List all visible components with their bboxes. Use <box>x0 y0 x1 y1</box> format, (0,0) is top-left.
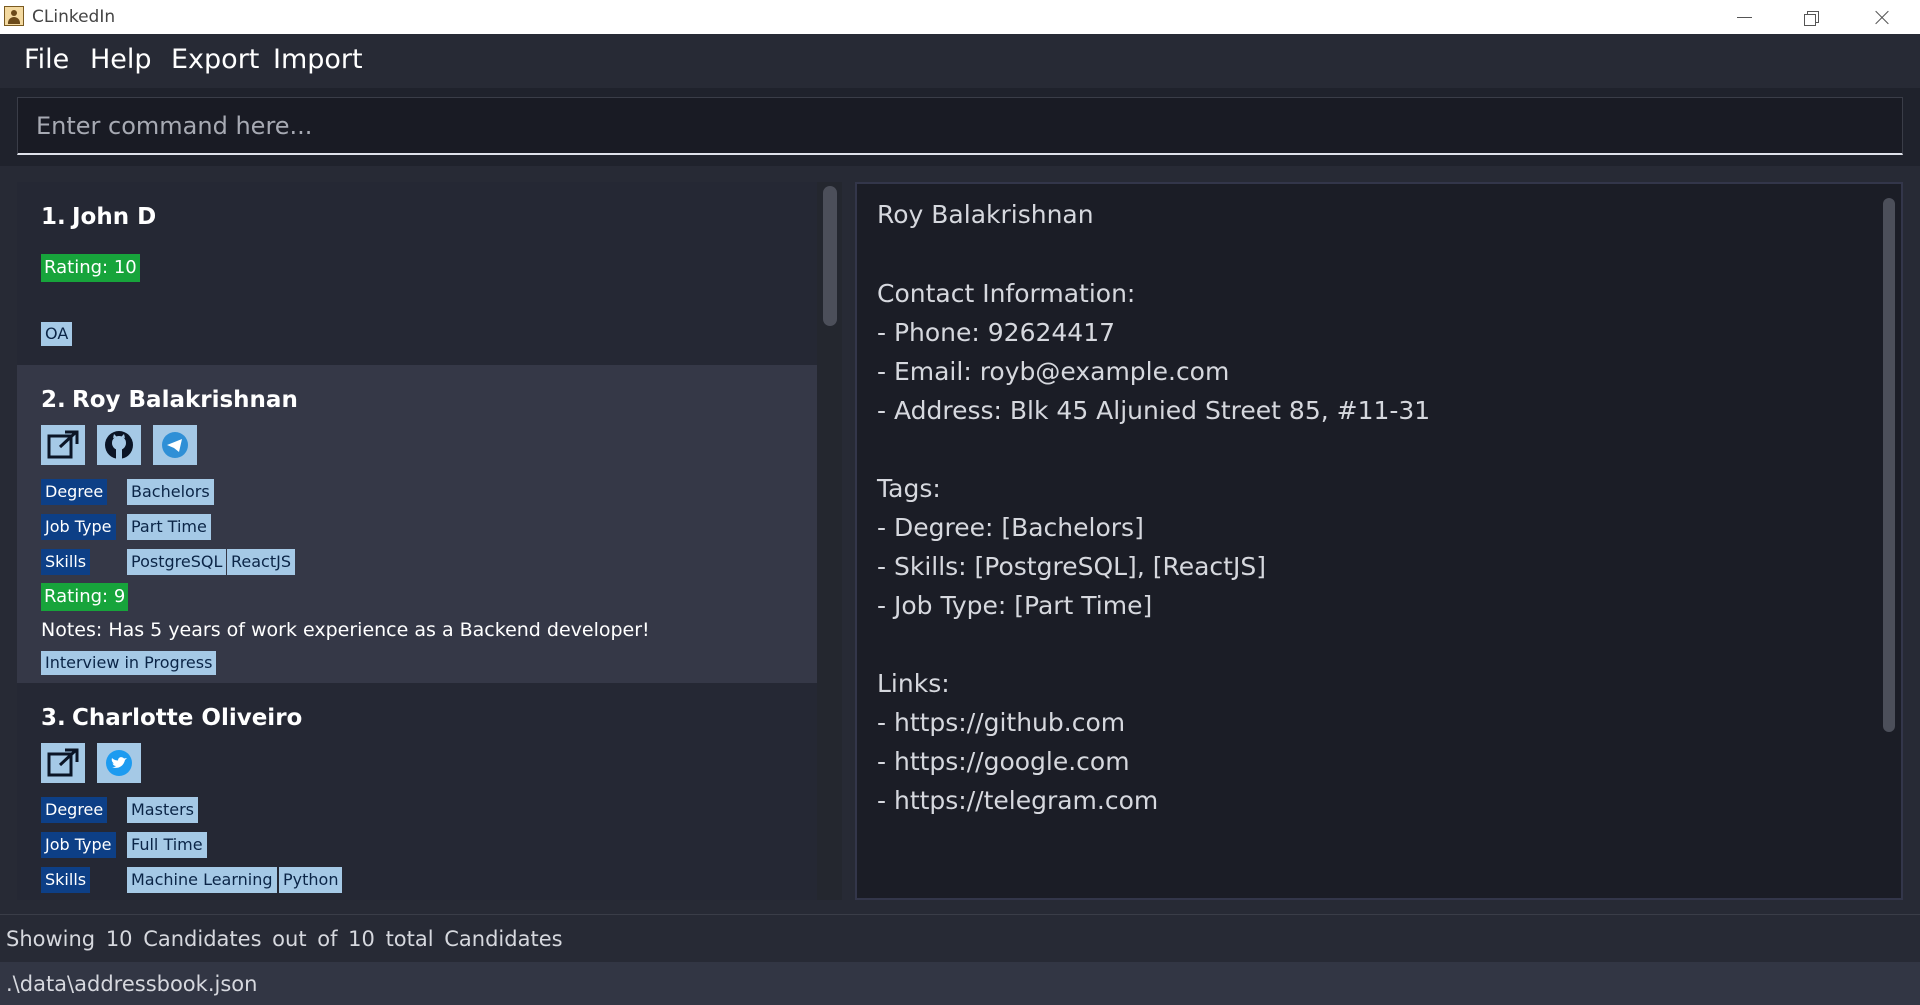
detail-scrollbar[interactable] <box>1883 198 1895 732</box>
title-bar: CLinkedIn <box>0 0 1920 34</box>
restore-icon[interactable] <box>1784 0 1840 34</box>
status-badge: Interview in Progress <box>41 651 217 675</box>
tag-value-skill: PostgreSQL <box>127 549 227 575</box>
detail-tag-jobtype: - Job Type: [Part Time] <box>877 591 1153 620</box>
candidate-index: 2. <box>41 387 66 413</box>
candidate-index: 3. <box>41 705 66 731</box>
tag-value-jobtype: Full Time <box>127 832 207 858</box>
detail-phone: - Phone: 92624417 <box>877 318 1116 347</box>
window-title: CLinkedIn <box>32 7 116 27</box>
status-bar: .\data\addressbook.json <box>0 962 1920 1005</box>
menu-export[interactable]: Export <box>171 44 259 75</box>
menu-bar: File Help Export Import <box>0 34 1920 88</box>
tag-value-skill: Python <box>279 867 343 893</box>
rating-badge: Rating: 9 <box>41 583 129 611</box>
menu-file[interactable]: File <box>24 44 69 75</box>
tag-key-skills: Skills <box>41 549 91 575</box>
detail-link[interactable]: - https://telegram.com <box>877 786 1158 815</box>
candidate-name: John D <box>72 204 157 230</box>
close-icon[interactable] <box>1854 0 1910 34</box>
candidate-name: Charlotte Oliveiro <box>72 705 303 731</box>
candidate-index: 1. <box>41 204 66 230</box>
list-scrollbar[interactable] <box>823 186 837 326</box>
minimize-icon[interactable] <box>1716 0 1772 34</box>
detail-tag-degree: - Degree: [Bachelors] <box>877 513 1144 542</box>
command-area <box>0 88 1920 166</box>
status-badge: OA <box>41 322 73 346</box>
tag-value-degree: Masters <box>127 797 198 823</box>
tag-key-degree: Degree <box>41 479 108 505</box>
detail-link[interactable]: - https://google.com <box>877 747 1130 776</box>
candidate-name: Roy Balakrishnan <box>72 387 298 413</box>
tag-value-degree: Bachelors <box>127 479 214 505</box>
menu-help[interactable]: Help <box>90 44 152 75</box>
detail-name: Roy Balakrishnan <box>877 200 1094 229</box>
tag-key-jobtype: Job Type <box>41 832 116 858</box>
telegram-icon[interactable] <box>153 425 197 465</box>
detail-link[interactable]: - https://github.com <box>877 708 1125 737</box>
detail-tags-header: Tags: <box>877 474 941 503</box>
detail-tag-skills: - Skills: [PostgreSQL], [ReactJS] <box>877 552 1266 581</box>
tag-value-skill: ReactJS <box>227 549 295 575</box>
command-input[interactable] <box>17 97 1903 155</box>
tag-key-skills: Skills <box>41 867 91 893</box>
external-link-icon[interactable] <box>41 425 85 465</box>
detail-links-header: Links: <box>877 669 950 698</box>
result-text: Showing 10 Candidates out of 10 total Ca… <box>6 927 563 951</box>
detail-email: - Email: royb@example.com <box>877 357 1230 386</box>
tag-key-jobtype: Job Type <box>41 514 116 540</box>
tag-value-jobtype: Part Time <box>127 514 211 540</box>
external-link-icon[interactable] <box>41 743 85 783</box>
github-icon[interactable] <box>97 425 141 465</box>
twitter-icon[interactable] <box>97 743 141 783</box>
save-location: .\data\addressbook.json <box>6 972 258 996</box>
detail-address: - Address: Blk 45 Aljunied Street 85, #1… <box>877 396 1431 425</box>
candidate-list[interactable]: 1. John D Rating: 10 OA 2. Roy Balakrish… <box>17 182 842 900</box>
menu-import[interactable]: Import <box>273 44 363 75</box>
candidate-notes: Notes: Has 5 years of work experience as… <box>41 619 650 641</box>
result-display: Showing 10 Candidates out of 10 total Ca… <box>0 914 1920 962</box>
detail-contact-header: Contact Information: <box>877 279 1136 308</box>
candidate-card[interactable]: 3. Charlotte Oliveiro Degree Masters Job… <box>17 683 817 900</box>
rating-badge: Rating: 10 <box>41 254 140 282</box>
app-logo-icon <box>4 6 24 26</box>
candidate-card-selected[interactable]: 2. Roy Balakrishnan Degree Bachelors Job… <box>17 365 817 683</box>
candidate-card[interactable]: 1. John D Rating: 10 OA <box>17 182 817 365</box>
tag-value-skill: Machine Learning <box>127 867 277 893</box>
candidate-detail-panel: Roy Balakrishnan Contact Information: - … <box>855 182 1903 900</box>
tag-key-degree: Degree <box>41 797 108 823</box>
